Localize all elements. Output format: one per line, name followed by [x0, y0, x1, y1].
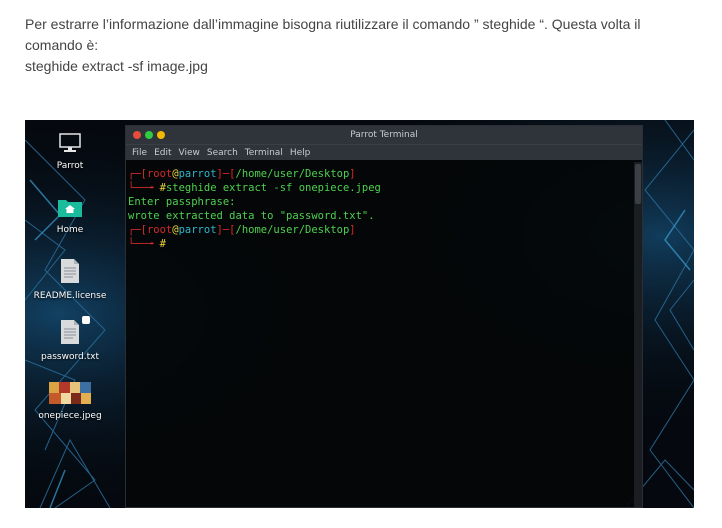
- monitor-icon: [25, 132, 115, 157]
- home-folder-icon: [25, 196, 115, 221]
- menu-file[interactable]: File: [132, 148, 147, 158]
- menu-help[interactable]: Help: [290, 148, 311, 158]
- output-line: Enter passphrase:: [128, 196, 236, 208]
- desktop-icon-label: README.license: [33, 291, 107, 301]
- terminal-titlebar[interactable]: Parrot Terminal: [126, 126, 642, 144]
- menu-edit[interactable]: Edit: [154, 148, 171, 158]
- text-file-icon: [25, 258, 115, 287]
- output-line: wrote extracted data to "password.txt".: [128, 210, 375, 222]
- scrollbar-thumb[interactable]: [635, 164, 641, 204]
- desktop-icon-readme[interactable]: README.license: [25, 258, 115, 301]
- terminal-title: Parrot Terminal: [350, 130, 418, 140]
- command-line: └──╼ #steghide extract -sf onepiece.jpeg: [128, 182, 381, 194]
- image-thumbnail-icon: [25, 382, 115, 407]
- desktop-icon-onepiece[interactable]: onepiece.jpeg: [25, 382, 115, 421]
- prompt-line: ┌─[root@parrot]─[/home/user/Desktop]: [128, 168, 356, 180]
- text-file-icon: [59, 316, 90, 348]
- menu-terminal[interactable]: Terminal: [245, 148, 283, 158]
- article-line-1: Per estrarre l’informazione dall’immagin…: [25, 16, 641, 32]
- article-line-2: comando è:: [25, 37, 99, 53]
- menu-view[interactable]: View: [179, 148, 200, 158]
- terminal-output[interactable]: ┌─[root@parrot]─[/home/user/Desktop] └──╼…: [126, 162, 634, 507]
- article-text: Per estrarre l’informazione dall’immagin…: [25, 14, 705, 77]
- desktop-screenshot: Parrot Home README.license password.txt …: [25, 120, 694, 508]
- desktop-icon-label: Home: [56, 225, 84, 235]
- desktop-icon-label: Parrot: [56, 161, 84, 171]
- lock-icon: [82, 316, 90, 324]
- desktop-icon-label: password.txt: [41, 352, 99, 362]
- desktop-icon-home[interactable]: Home: [25, 196, 115, 235]
- terminal-window[interactable]: Parrot Terminal File Edit View Search Te…: [125, 125, 643, 508]
- command-line: └──╼ #: [128, 238, 166, 250]
- article-command: steghide extract -sf image.jpg: [25, 58, 208, 74]
- terminal-menubar: File Edit View Search Terminal Help: [126, 144, 642, 160]
- prompt-line: ┌─[root@parrot]─[/home/user/Desktop]: [128, 224, 356, 236]
- terminal-scrollbar[interactable]: [634, 162, 642, 507]
- menu-search[interactable]: Search: [207, 148, 238, 158]
- desktop-icon-password[interactable]: password.txt: [25, 316, 115, 362]
- desktop-icon-label: onepiece.jpeg: [38, 411, 102, 421]
- desktop-icon-parrot[interactable]: Parrot: [25, 132, 115, 171]
